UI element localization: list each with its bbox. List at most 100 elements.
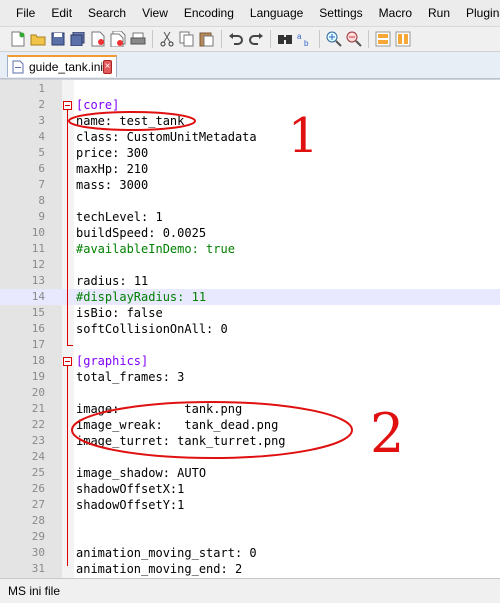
line-number: 1 (38, 82, 45, 95)
code-line[interactable]: 4 class: CustomUnitMetadata (0, 129, 500, 145)
tab-close-button[interactable]: × (103, 60, 112, 74)
code-line[interactable]: 30 animation_moving_start: 0 (0, 545, 500, 561)
code-line[interactable]: 14 #displayRadius: 11 (0, 289, 500, 305)
code-line[interactable]: 23 image_turret: tank_turret.png (0, 433, 500, 449)
menu-file[interactable]: File (0, 0, 43, 26)
code-line[interactable]: 9 techLevel: 1 (0, 209, 500, 225)
code-line[interactable]: 11 #availableInDemo: true (0, 241, 500, 257)
key-text: animation_moving_end (76, 562, 221, 576)
menu-settings[interactable]: Settings (311, 0, 370, 26)
copy-icon[interactable] (179, 31, 195, 47)
tab-guide-tank-ini[interactable]: guide_tank.ini × (7, 55, 117, 77)
key-text: name (76, 114, 105, 128)
line-number: 13 (31, 274, 45, 287)
line-text: name: test_tank (76, 113, 184, 129)
code-line[interactable]: 21 image: tank.png (0, 401, 500, 417)
menu-search[interactable]: Search (80, 0, 134, 26)
code-line[interactable]: 17 (0, 337, 500, 353)
code-line[interactable]: 5 price: 300 (0, 145, 500, 161)
separator-text: : (206, 322, 221, 336)
line-number: 5 (38, 146, 45, 159)
undo-icon[interactable] (228, 31, 244, 47)
line-text: [core] (76, 97, 119, 113)
find-icon[interactable] (277, 31, 293, 47)
line-text: image_wreak: tank_dead.png (76, 417, 278, 433)
toolbar-separator (319, 30, 320, 48)
value-text: 1 (155, 210, 163, 224)
tab-strip: guide_tank.ini × (0, 52, 500, 79)
menu-language[interactable]: Language (242, 0, 311, 26)
menu-view[interactable]: View (134, 0, 176, 26)
value-text: CustomUnitMetadata (126, 130, 257, 144)
toolbar-separator (152, 30, 153, 48)
line-number: 2 (38, 98, 45, 111)
code-line[interactable]: 13 radius: 11 (0, 273, 500, 289)
menu-macro[interactable]: Macro (371, 0, 420, 26)
save-all-icon[interactable] (70, 31, 86, 47)
code-line[interactable]: 22 image_wreak: tank_dead.png (0, 417, 500, 433)
separator-text: : (162, 370, 178, 384)
code-line[interactable]: 19 total_frames: 3 (0, 369, 500, 385)
code-line[interactable]: 3 name: test_tank (0, 113, 500, 129)
separator-text: : (104, 178, 120, 192)
code-line[interactable]: 16 softCollisionOnAll: 0 (0, 321, 500, 337)
menu-encoding[interactable]: Encoding (176, 0, 242, 26)
print-icon[interactable] (130, 31, 146, 47)
value-text: tank_turret.png (177, 434, 286, 448)
key-text: image (76, 402, 113, 416)
paste-icon[interactable] (199, 31, 215, 47)
code-line[interactable]: 15 isBio: false (0, 305, 500, 321)
code-line[interactable]: 27 shadowOffsetY:1 (0, 497, 500, 513)
zoom-in-icon[interactable] (326, 31, 342, 47)
new-file-icon[interactable] (10, 31, 26, 47)
code-line[interactable]: 20 (0, 385, 500, 401)
section-header: [graphics] (76, 354, 149, 368)
zoom-out-icon[interactable] (346, 31, 362, 47)
editor-pane[interactable]: 1 2 [core] 3 name: test_tank 4 class: CustomUn… (0, 79, 500, 578)
code-line[interactable]: 25 image_shadow: AUTO (0, 465, 500, 481)
code-line[interactable]: 10 buildSpeed: 0.0025 (0, 225, 500, 241)
open-file-icon[interactable] (30, 31, 46, 47)
cut-icon[interactable] (159, 31, 175, 47)
code-line[interactable]: 18 [graphics] (0, 353, 500, 369)
save-icon[interactable] (50, 31, 66, 47)
close-icon[interactable] (90, 31, 106, 47)
code-line[interactable]: 31 animation_moving_end: 2 (0, 561, 500, 577)
sync-v-icon[interactable] (375, 31, 391, 47)
key-text: isBio (76, 306, 113, 320)
fold-toggle[interactable] (63, 101, 72, 110)
value-text: test_tank (119, 114, 185, 128)
separator-text: : (162, 434, 178, 448)
line-number: 22 (31, 418, 45, 431)
redo-icon[interactable] (248, 31, 264, 47)
line-text: radius: 11 (76, 273, 148, 289)
code-line[interactable]: 2 [core] (0, 97, 500, 113)
line-text: price: 300 (76, 145, 148, 161)
separator-text: : (112, 402, 185, 416)
line-number: 31 (31, 562, 45, 575)
code-line[interactable]: 7 mass: 3000 (0, 177, 500, 193)
fold-toggle[interactable] (63, 357, 72, 366)
line-number: 9 (38, 210, 45, 223)
close-all-icon[interactable] (110, 31, 126, 47)
sync-h-icon[interactable] (395, 31, 411, 47)
menu-edit[interactable]: Edit (43, 0, 80, 26)
code-line[interactable]: 26 shadowOffsetX:1 (0, 481, 500, 497)
code-line[interactable]: 8 (0, 193, 500, 209)
code-line[interactable]: 24 (0, 449, 500, 465)
replace-icon[interactable]: ab (297, 31, 313, 47)
line-number: 19 (31, 370, 45, 383)
code-line[interactable]: 12 (0, 257, 500, 273)
code-line[interactable]: 28 (0, 513, 500, 529)
code-line[interactable]: 6 maxHp: 210 (0, 161, 500, 177)
line-number: 15 (31, 306, 45, 319)
menu-plugins[interactable]: Plugins (458, 0, 500, 26)
comment-text: #availableInDemo: true (76, 242, 235, 256)
line-text: shadowOffsetY:1 (76, 497, 184, 513)
menu-run[interactable]: Run (420, 0, 458, 26)
code-line[interactable]: 29 (0, 529, 500, 545)
separator-text: : (112, 162, 127, 176)
code-line[interactable]: 1 (0, 81, 500, 97)
key-text: techLevel (76, 210, 142, 224)
separator-text: : (104, 114, 120, 128)
